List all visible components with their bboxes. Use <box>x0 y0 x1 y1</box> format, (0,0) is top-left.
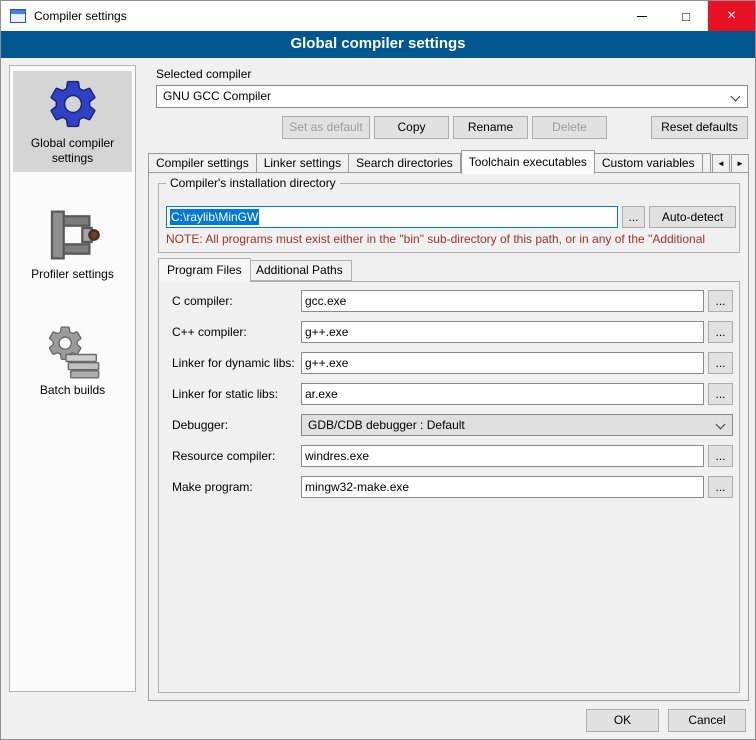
install-dir-group-title: Compiler's installation directory <box>166 176 340 190</box>
titlebar: Compiler settings □ × <box>1 1 755 31</box>
linker-static-label: Linker for static libs: <box>172 383 278 405</box>
tab-toolchain-executables[interactable]: Toolchain executables <box>461 150 595 174</box>
tab-custom-variables[interactable]: Custom variables <box>595 153 703 173</box>
cpp-compiler-browse-button[interactable]: ... <box>708 321 733 343</box>
debugger-select[interactable]: GDB/CDB debugger : Default <box>301 414 733 436</box>
make-program-label: Make program: <box>172 476 253 498</box>
close-button[interactable]: × <box>708 1 755 31</box>
page-title: Global compiler settings <box>1 31 755 58</box>
compiler-settings-dialog: Compiler settings □ × Global compiler se… <box>0 0 756 740</box>
settings-sidebar: Global compiler settings Profiler settin… <box>9 65 136 692</box>
install-dir-value: C:\raylib\MinGW <box>170 209 259 225</box>
chevron-down-icon <box>731 92 741 102</box>
resource-compiler-browse-button[interactable]: ... <box>708 445 733 467</box>
linker-static-browse-button[interactable]: ... <box>708 383 733 405</box>
debugger-select-value: GDB/CDB debugger : Default <box>308 418 465 432</box>
cpp-compiler-input[interactable]: g++.exe <box>301 321 704 343</box>
make-program-browse-button[interactable]: ... <box>708 476 733 498</box>
c-compiler-input[interactable]: gcc.exe <box>301 290 704 312</box>
resource-compiler-input[interactable]: windres.exe <box>301 445 704 467</box>
selected-compiler-label: Selected compiler <box>156 67 251 81</box>
compiler-select-value: GNU GCC Compiler <box>163 89 271 103</box>
rename-button[interactable]: Rename <box>453 116 528 139</box>
sidebar-item-global-compiler-settings[interactable]: Global compiler settings <box>13 71 132 172</box>
app-window-icon <box>10 9 26 23</box>
close-icon: × <box>727 7 736 25</box>
install-dir-browse-button[interactable]: ... <box>622 206 645 228</box>
tab-scroll-left-icon[interactable]: ◄ <box>712 154 730 173</box>
linker-static-input[interactable]: ar.exe <box>301 383 704 405</box>
copy-button[interactable]: Copy <box>374 116 449 139</box>
sidebar-item-label: Profiler settings <box>15 267 130 282</box>
minimize-icon <box>637 16 647 17</box>
debugger-label: Debugger: <box>172 414 228 436</box>
minimize-button[interactable] <box>620 1 664 31</box>
linker-dynamic-label: Linker for dynamic libs: <box>172 352 295 374</box>
reset-defaults-button[interactable]: Reset defaults <box>651 116 748 139</box>
subtab-additional-paths[interactable]: Additional Paths <box>247 260 352 281</box>
tab-scroll-arrows: ◄ ► <box>711 154 749 173</box>
sidebar-item-profiler-settings[interactable]: Profiler settings <box>13 202 132 288</box>
chevron-down-icon <box>716 420 726 430</box>
c-compiler-label: C compiler: <box>172 290 233 312</box>
c-compiler-browse-button[interactable]: ... <box>708 290 733 312</box>
tab-search-directories[interactable]: Search directories <box>349 153 461 173</box>
tab-compiler-settings[interactable]: Compiler settings <box>148 153 257 173</box>
cpp-compiler-label: C++ compiler: <box>172 321 247 343</box>
delete-button[interactable]: Delete <box>532 116 607 139</box>
profiler-clamp-icon <box>45 207 101 263</box>
ok-button[interactable]: OK <box>586 709 659 732</box>
cancel-button[interactable]: Cancel <box>668 709 746 732</box>
compiler-select[interactable]: GNU GCC Compiler <box>156 85 748 108</box>
tab-scroll-right-icon[interactable]: ► <box>731 154 749 173</box>
resource-compiler-label: Resource compiler: <box>172 445 275 467</box>
linker-dynamic-browse-button[interactable]: ... <box>708 352 733 374</box>
install-dir-note: NOTE: All programs must exist either in … <box>166 232 739 246</box>
sidebar-item-label: Global compiler settings <box>15 136 130 166</box>
sidebar-item-label: Batch builds <box>15 383 130 398</box>
settings-tabstrip: Compiler settings Linker settings Search… <box>148 149 749 173</box>
subtab-program-files[interactable]: Program Files <box>158 258 251 282</box>
set-as-default-button[interactable]: Set as default <box>282 116 370 139</box>
maximize-button[interactable]: □ <box>664 1 708 31</box>
auto-detect-button[interactable]: Auto-detect <box>649 206 736 228</box>
tab-linker-settings[interactable]: Linker settings <box>257 153 349 173</box>
sidebar-item-batch-builds[interactable]: Batch builds <box>13 318 132 404</box>
maximize-icon: □ <box>682 9 690 24</box>
tab-build-options-clipped[interactable]: Buil <box>703 153 711 173</box>
linker-dynamic-input[interactable]: g++.exe <box>301 352 704 374</box>
blue-gear-icon <box>45 76 101 132</box>
install-dir-input[interactable]: C:\raylib\MinGW <box>166 206 618 228</box>
window-title: Compiler settings <box>34 9 127 23</box>
make-program-input[interactable]: mingw32-make.exe <box>301 476 704 498</box>
gray-gear-stack-icon <box>45 323 101 379</box>
